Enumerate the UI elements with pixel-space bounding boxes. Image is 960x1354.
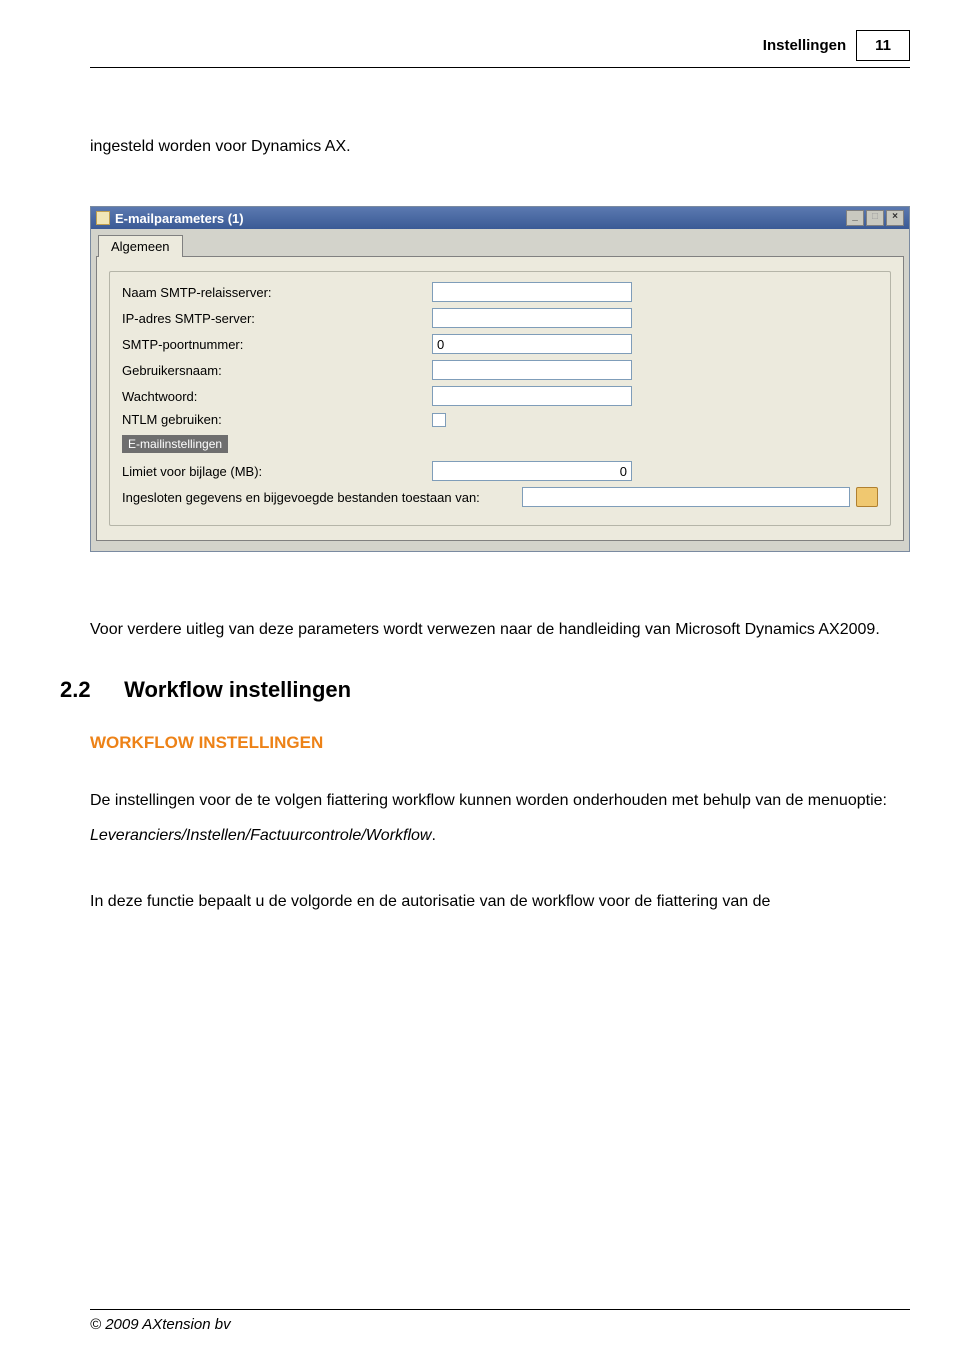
section-heading: 2.2 Workflow instellingen (60, 677, 910, 703)
section-title: Workflow instellingen (124, 677, 351, 702)
header-title: Instellingen (763, 37, 846, 54)
folder-button[interactable] (856, 487, 878, 507)
paragraph-workflow-1: De instellingen voor de te volgen fiatte… (90, 783, 910, 853)
email-parameters-window: E-mailparameters (1) _ □ × Algemeen Naam… (90, 206, 910, 552)
page-number: 11 (856, 30, 910, 61)
minimize-button[interactable]: _ (846, 210, 864, 226)
group-email-settings: E-mailinstellingen (122, 435, 228, 453)
section-number: 2.2 (60, 677, 118, 703)
username-label: Gebruikersnaam: (122, 363, 432, 378)
window-title: E-mailparameters (1) (115, 211, 244, 226)
paragraph-workflow-2: In deze functie bepaalt u de volgorde en… (90, 884, 910, 919)
paragraph-reference: Voor verdere uitleg van deze parameters … (90, 612, 910, 647)
header-rule (90, 67, 910, 68)
intro-paragraph: ingesteld worden voor Dynamics AX. (90, 138, 910, 156)
footer-rule (90, 1309, 910, 1310)
username-input[interactable] (432, 360, 632, 380)
ntlm-label: NTLM gebruiken: (122, 412, 432, 427)
ip-input[interactable] (432, 308, 632, 328)
maximize-button[interactable]: □ (866, 210, 884, 226)
allow-input[interactable] (522, 487, 850, 507)
smtp-relay-label: Naam SMTP-relaisserver: (122, 285, 432, 300)
password-input[interactable] (432, 386, 632, 406)
password-label: Wachtwoord: (122, 389, 432, 404)
ip-label: IP-adres SMTP-server: (122, 311, 432, 326)
menu-path: Leveranciers/Instellen/Factuurcontrole/W… (90, 827, 431, 844)
close-button[interactable]: × (886, 210, 904, 226)
para2-text-a: De instellingen voor de te volgen fiatte… (90, 792, 887, 809)
port-input[interactable] (432, 334, 632, 354)
limit-input[interactable] (432, 461, 632, 481)
limit-label: Limiet voor bijlage (MB): (122, 464, 432, 479)
ntlm-checkbox[interactable] (432, 413, 446, 427)
port-label: SMTP-poortnummer: (122, 337, 432, 352)
smtp-relay-input[interactable] (432, 282, 632, 302)
window-titlebar[interactable]: E-mailparameters (1) _ □ × (91, 207, 909, 229)
window-icon (96, 211, 110, 225)
tab-general[interactable]: Algemeen (98, 235, 183, 257)
sub-heading-workflow: WORKFLOW INSTELLINGEN (90, 733, 910, 753)
para2-text-c: . (431, 827, 435, 844)
footer-copyright: © 2009 AXtension bv (90, 1316, 231, 1333)
allow-label: Ingesloten gegevens en bijgevoegde besta… (122, 490, 522, 505)
